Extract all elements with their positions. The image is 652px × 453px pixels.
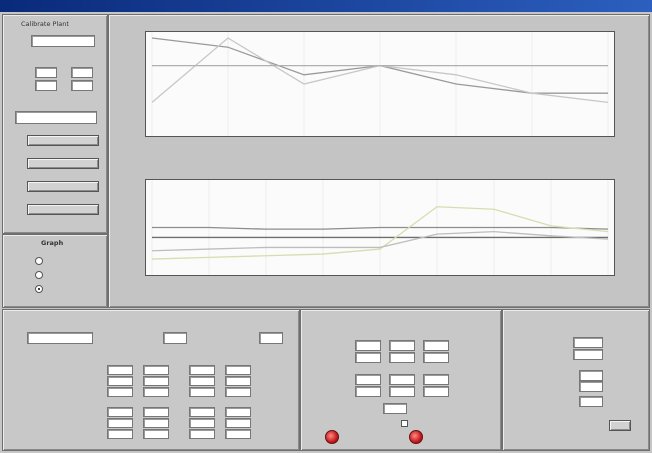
setpoint-dropdown[interactable] [27,332,93,344]
measure-cell[interactable] [389,340,415,351]
operator-field-2[interactable] [573,349,603,360]
setpoint-cell[interactable] [107,418,133,428]
setpoint-cell[interactable] [143,387,169,397]
measure-cell[interactable] [355,374,381,385]
panel-button-3[interactable] [27,181,99,192]
measure-col-head-2 [387,314,415,320]
status-led-1 [325,430,339,444]
measure-cell[interactable] [389,386,415,397]
setpoint-cell[interactable] [107,407,133,417]
setpoint-cell[interactable] [189,365,215,375]
graph-radio-1[interactable] [35,257,43,265]
graph-title: Graph [41,239,64,247]
measurement-panel [300,309,502,451]
setpoint-cell[interactable] [225,387,251,397]
param-field-3[interactable] [35,80,57,91]
panel-button-4[interactable] [27,204,99,215]
plant-field[interactable] [31,35,95,47]
setpoint-cell[interactable] [143,365,169,375]
setpoint-cell[interactable] [225,429,251,439]
operator-action-button[interactable] [609,420,631,431]
setpoint-cell[interactable] [143,407,169,417]
measure-cell[interactable] [355,352,381,363]
chart-area [108,14,650,308]
status-led-2 [409,430,423,444]
setpoint-cell[interactable] [107,387,133,397]
measure-cell[interactable] [423,374,449,385]
measure-cell[interactable] [423,352,449,363]
setpoint-cell[interactable] [225,376,251,386]
mode-field[interactable] [15,111,97,124]
param-field-4[interactable] [71,80,93,91]
setpoint-cell[interactable] [225,365,251,375]
panel-title: Calibrate Plant [21,20,69,28]
top-chart-svg [151,32,609,136]
param-field-1[interactable] [35,67,57,78]
setpoint-cell[interactable] [107,365,133,375]
measure-cell[interactable] [389,374,415,385]
setpoint-cell[interactable] [107,429,133,439]
setpoint-cell[interactable] [143,429,169,439]
measure-cell[interactable] [423,386,449,397]
measure-col-head-1 [353,314,381,320]
setpoint-field-1[interactable] [163,332,187,344]
measure-cell[interactable] [389,352,415,363]
measure-col-head-3 [419,314,449,320]
graph-radio-2[interactable] [35,271,43,279]
measure-small-field[interactable] [383,403,407,414]
operator-panel [502,309,650,451]
setpoint-cell[interactable] [189,429,215,439]
measure-cell[interactable] [355,340,381,351]
setpoint-cell[interactable] [189,387,215,397]
panel-button-1[interactable] [27,135,99,146]
operator-field-3[interactable] [579,370,603,381]
setpoint-cell[interactable] [225,407,251,417]
operator-field-5[interactable] [579,396,603,407]
setpoint-cell[interactable] [143,376,169,386]
graph-radio-3[interactable] [35,285,43,293]
setpoint-cell[interactable] [189,407,215,417]
setpoint-cell[interactable] [189,418,215,428]
measure-cell[interactable] [355,386,381,397]
setpoint-cell[interactable] [189,376,215,386]
title-bar [0,0,652,12]
setpoint-cell[interactable] [107,376,133,386]
graph-panel: Graph [2,234,108,308]
setpoint-field-2[interactable] [259,332,283,344]
setpoint-cell[interactable] [143,418,169,428]
operator-field-4[interactable] [579,381,603,392]
bottom-chart-svg [151,180,609,275]
measure-checkbox[interactable] [401,420,408,427]
param-field-2[interactable] [71,67,93,78]
bottom-chart-plot [145,179,615,276]
top-chart-plot [145,31,615,137]
calibrate-panel: Calibrate Plant [2,14,108,234]
setpoint-cell[interactable] [225,418,251,428]
panel-button-2[interactable] [27,158,99,169]
setpoint-panel [2,309,300,451]
operator-field-1[interactable] [573,337,603,348]
measure-cell[interactable] [423,340,449,351]
